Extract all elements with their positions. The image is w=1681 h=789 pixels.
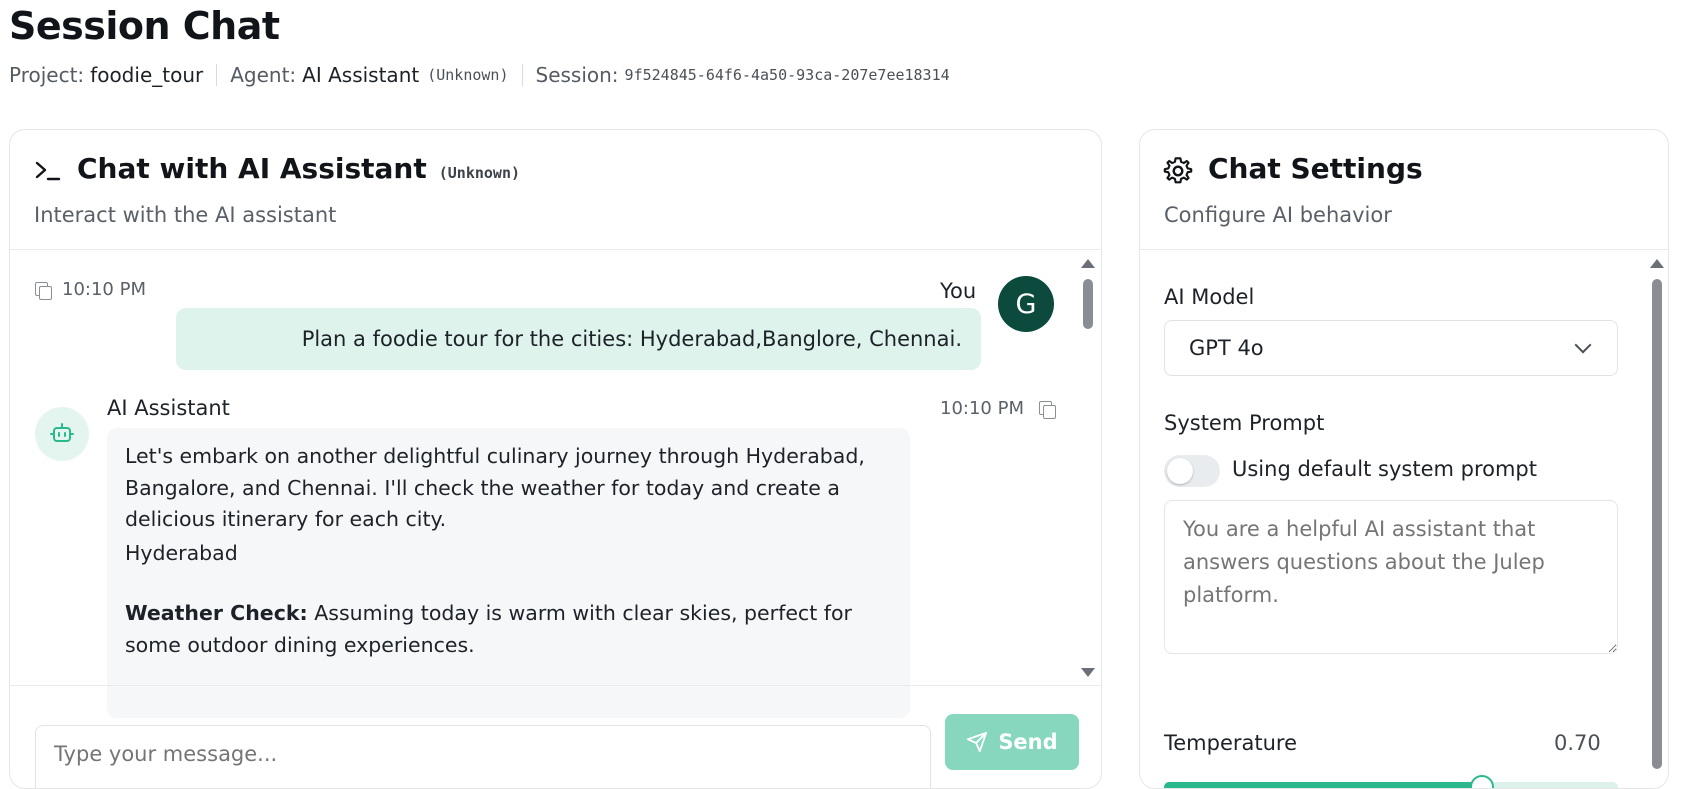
divider	[521, 64, 523, 86]
chat-header: Chat with AI Assistant (Unknown) Interac…	[10, 130, 1101, 250]
chevron-down-icon	[1574, 336, 1592, 354]
send-label: Send	[998, 730, 1058, 754]
system-prompt-toggle-label: Using default system prompt	[1232, 457, 1537, 481]
session-id: 9f524845-64f6-4a50-93ca-207e7ee18314	[624, 66, 950, 84]
model-label: AI Model	[1164, 285, 1255, 309]
settings-body: AI Model GPT 4o System Prompt Using defa…	[1140, 251, 1668, 788]
gear-icon	[1163, 157, 1193, 184]
weather-label: Weather Check:	[125, 601, 308, 625]
settings-subtitle: Configure AI behavior	[1164, 203, 1392, 227]
scrollbar-thumb[interactable]	[1652, 279, 1662, 769]
system-prompt-input[interactable]	[1164, 500, 1618, 654]
message-paragraph: Hyderabad	[125, 540, 238, 565]
agent-value: AI Assistant	[302, 63, 420, 87]
scroll-up-arrow-icon[interactable]	[1650, 259, 1664, 268]
message-input[interactable]	[35, 725, 931, 788]
chat-title-text: Chat with AI Assistant	[77, 152, 427, 185]
robot-icon	[50, 423, 74, 442]
chat-subtitle: Interact with the AI assistant	[34, 203, 337, 227]
sender-name: AI Assistant	[107, 396, 230, 420]
scroll-down-arrow-icon[interactable]	[1081, 668, 1095, 677]
assistant-message-bubble: Let's embark on another delightful culin…	[107, 428, 910, 718]
message-time: 10:10 PM	[62, 279, 146, 300]
terminal-icon	[35, 161, 61, 181]
send-button[interactable]: Send	[945, 714, 1079, 770]
system-prompt-label: System Prompt	[1164, 411, 1325, 435]
message-list[interactable]: 10:10 PM You G Plan a foodie tour for th…	[10, 251, 1101, 718]
avatar: G	[998, 276, 1054, 332]
message-scrollbar[interactable]	[1075, 251, 1101, 685]
settings-scrollbar[interactable]	[1644, 251, 1668, 788]
user-message-bubble: Plan a foodie tour for the cities: Hyder…	[176, 308, 981, 370]
session-label: Session:	[535, 63, 619, 87]
temperature-slider[interactable]	[1164, 775, 1618, 788]
page-title: Session Chat	[9, 4, 280, 48]
model-value: GPT 4o	[1189, 336, 1264, 360]
message-time: 10:10 PM	[940, 398, 1024, 419]
message-paragraph: Let's embark on another delightful culin…	[125, 444, 865, 531]
message-composer: Send	[10, 685, 1101, 788]
system-prompt-toggle[interactable]	[1164, 455, 1220, 487]
chat-panel: Chat with AI Assistant (Unknown) Interac…	[9, 129, 1102, 789]
sender-name: You	[940, 279, 977, 303]
session-meta: Project: foodie_tour Agent: AI Assistant…	[9, 63, 950, 87]
chat-title-tag: (Unknown)	[438, 164, 521, 182]
copy-icon[interactable]	[34, 281, 52, 300]
slider-thumb[interactable]	[1469, 775, 1494, 788]
temperature-label: Temperature	[1164, 731, 1298, 755]
settings-header: Chat Settings Configure AI behavior	[1140, 130, 1668, 250]
scroll-up-arrow-icon[interactable]	[1081, 259, 1095, 268]
chat-title: Chat with AI Assistant (Unknown)	[77, 152, 520, 185]
user-message-meta: 10:10 PM	[34, 279, 146, 300]
assistant-message-meta: 10:10 PM	[940, 398, 1056, 419]
project-label: Project:	[9, 63, 85, 87]
model-select[interactable]: GPT 4o	[1164, 320, 1618, 376]
copy-icon[interactable]	[1038, 400, 1056, 419]
slider-fill	[1164, 782, 1482, 788]
scrollbar-thumb[interactable]	[1083, 279, 1093, 329]
divider	[216, 64, 218, 86]
bot-avatar	[35, 407, 89, 461]
temperature-value: 0.70	[1554, 731, 1601, 755]
settings-panel: Chat Settings Configure AI behavior AI M…	[1139, 129, 1669, 789]
settings-title: Chat Settings	[1208, 152, 1423, 185]
send-icon	[967, 731, 988, 753]
agent-label: Agent:	[230, 63, 297, 87]
toggle-knob	[1167, 458, 1193, 484]
project-value: foodie_tour	[90, 63, 204, 87]
message-paragraph: Weather Check: Assuming today is warm wi…	[125, 598, 892, 661]
agent-tag: (Unknown)	[427, 66, 509, 84]
